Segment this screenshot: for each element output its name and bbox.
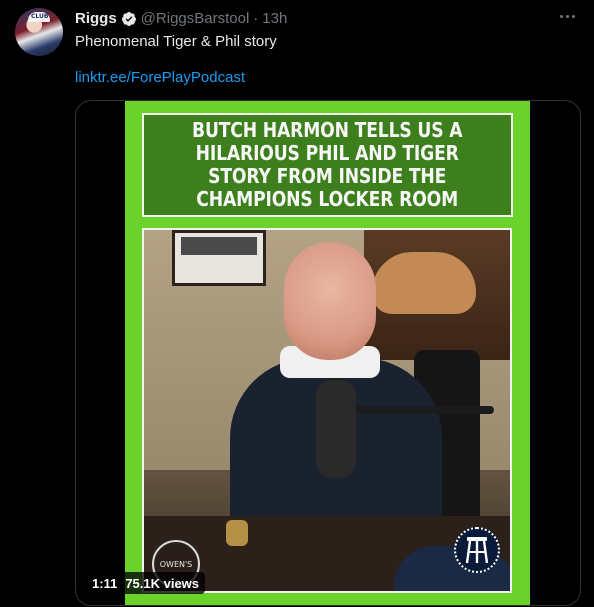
author-name[interactable]: Riggs bbox=[75, 10, 117, 27]
tweet: CLUB Riggs @RiggsBarstool · 13h Phenomen… bbox=[0, 0, 594, 607]
video-info-pill: 1:11 75.1K views bbox=[86, 572, 206, 594]
tweet-text: Phenomenal Tiger & Phil story bbox=[75, 33, 277, 50]
video-scene: OWEN'S bbox=[142, 228, 512, 593]
picture-inner bbox=[181, 237, 257, 255]
tweet-link[interactable]: linktr.ee/ForePlayPodcast bbox=[75, 68, 245, 88]
more-dot bbox=[559, 14, 563, 18]
more-dot bbox=[565, 14, 569, 18]
scene-person-head bbox=[284, 242, 376, 360]
scene-watch bbox=[226, 520, 248, 546]
avatar-cap-text: CLUB bbox=[31, 13, 49, 20]
video-views: 75.1K views bbox=[125, 575, 200, 591]
author-handle[interactable]: @RiggsBarstool bbox=[141, 10, 250, 27]
barstool-logo-icon bbox=[454, 527, 500, 573]
author-avatar[interactable]: CLUB bbox=[15, 8, 63, 56]
tweet-header: Riggs @RiggsBarstool · 13h bbox=[75, 10, 287, 27]
more-icon[interactable] bbox=[556, 6, 578, 26]
separator-dot: · bbox=[253, 10, 259, 27]
video-title-text: BUTCH HARMON TELLS US A HILARIOUS PHIL A… bbox=[192, 118, 463, 211]
barstool-glyph bbox=[465, 537, 489, 564]
scene-mic-arm bbox=[344, 406, 494, 414]
verified-badge-icon bbox=[121, 11, 136, 26]
more-dot bbox=[571, 14, 575, 18]
video-frame: BUTCH HARMON TELLS US A HILARIOUS PHIL A… bbox=[125, 101, 530, 605]
scene-glove bbox=[372, 252, 476, 314]
scene-framed-picture bbox=[172, 230, 266, 286]
video-duration: 1:11 bbox=[92, 575, 118, 591]
scene-microphone bbox=[316, 380, 356, 478]
video-title-banner: BUTCH HARMON TELLS US A HILARIOUS PHIL A… bbox=[142, 113, 513, 217]
video-player[interactable]: BUTCH HARMON TELLS US A HILARIOUS PHIL A… bbox=[75, 100, 581, 606]
tweet-timestamp[interactable]: 13h bbox=[262, 10, 287, 27]
